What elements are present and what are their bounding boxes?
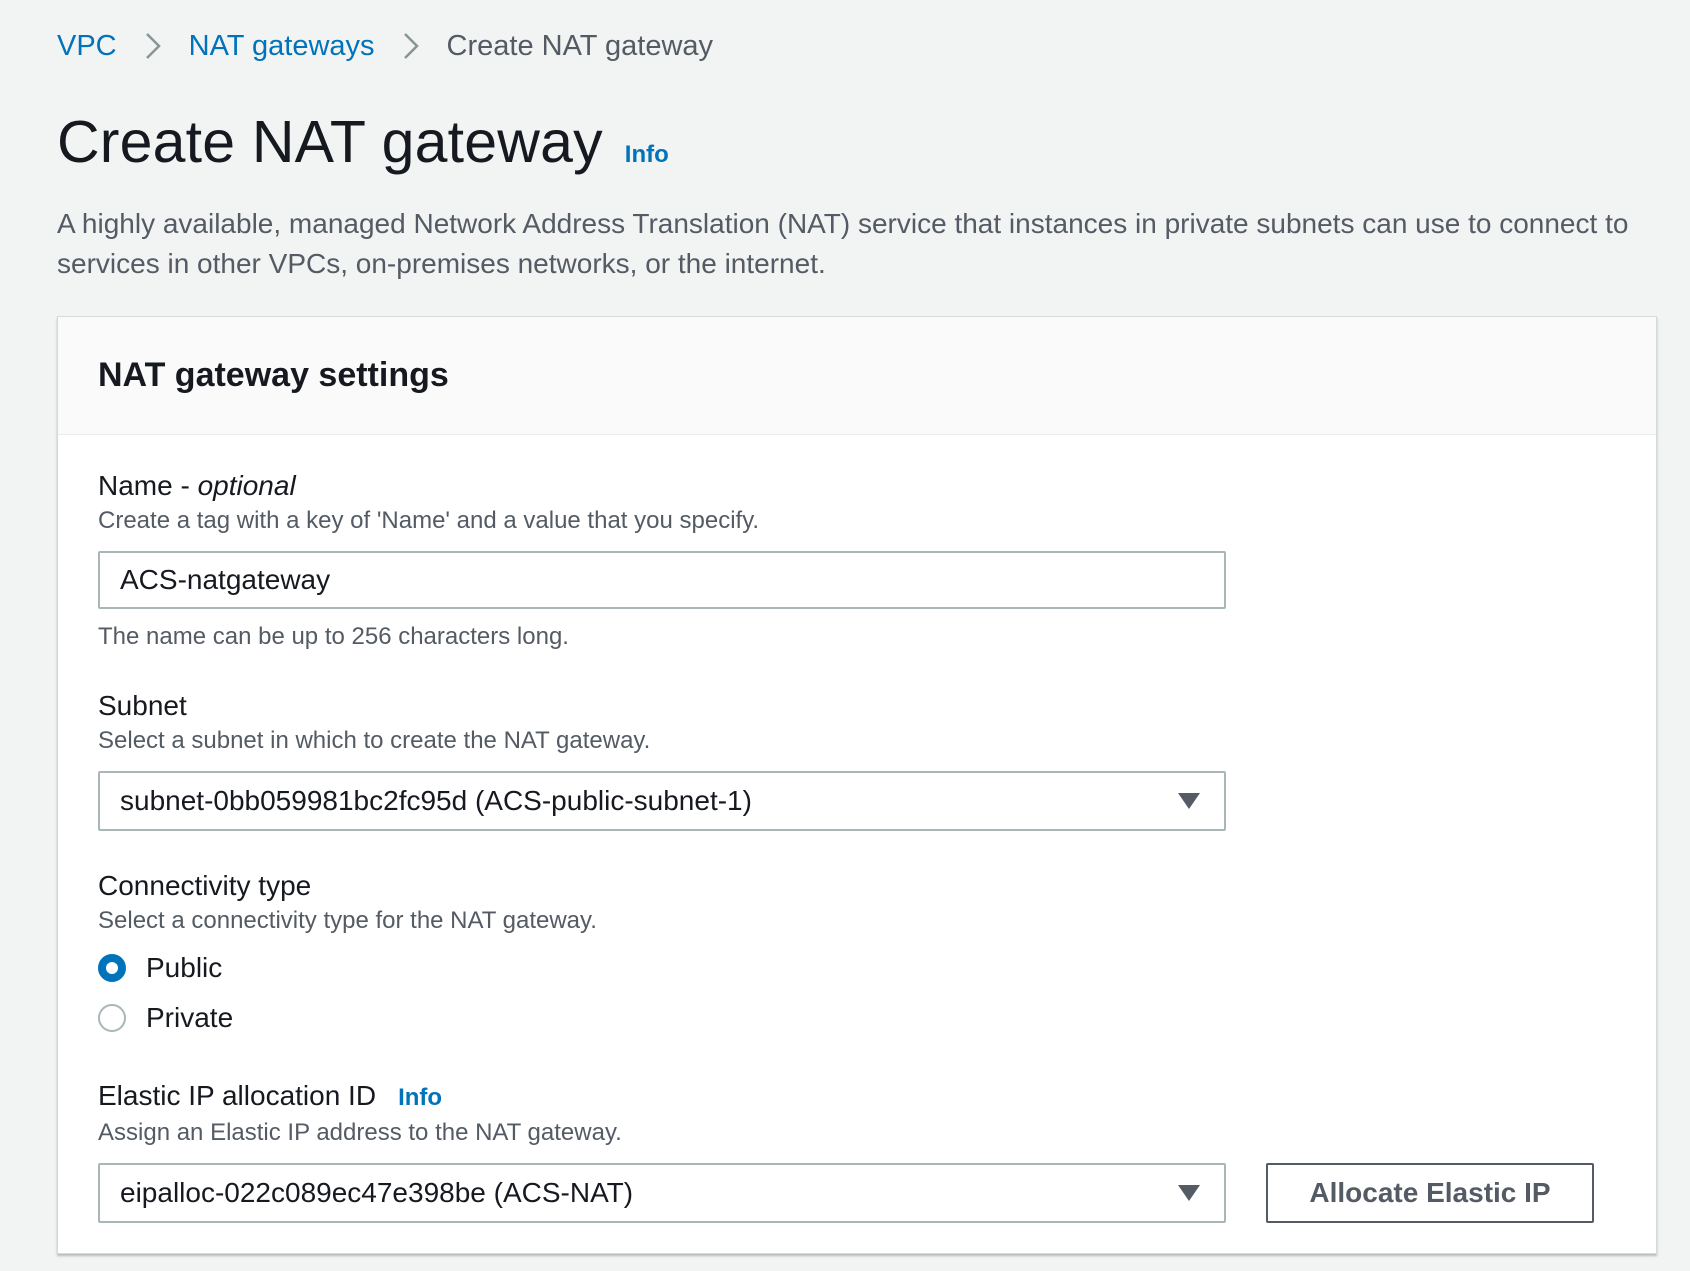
radio-label-private: Private: [146, 1002, 234, 1033]
breadcrumb-current: Create NAT gateway: [446, 29, 714, 62]
page-description: A highly available, managed Network Addr…: [57, 208, 1629, 279]
caret-down-icon: [1178, 793, 1200, 809]
page-title: Create NAT gateway: [57, 109, 603, 175]
chevron-right-icon: [145, 32, 161, 60]
eip-info-link[interactable]: Info: [398, 1081, 442, 1115]
subnet-select[interactable]: subnet-0bb059981bc2fc95d (ACS-public-sub…: [98, 771, 1226, 831]
name-field-description: Create a tag with a key of 'Name' and a …: [98, 507, 760, 534]
connectivity-field: Connectivity type Select a connectivity …: [98, 869, 597, 1043]
subnet-field: Subnet Select a subnet in which to creat…: [98, 689, 1226, 831]
panel-title: NAT gateway settings: [98, 356, 449, 394]
radio-option-private[interactable]: Private: [98, 993, 597, 1043]
page-header: Create NAT gateway Info: [57, 108, 669, 176]
eip-field-label: Elastic IP allocation ID Info: [98, 1079, 1594, 1115]
eip-label-text: Elastic IP allocation ID: [98, 1080, 377, 1111]
eip-select[interactable]: eipalloc-022c089ec47e398be (ACS-NAT): [98, 1163, 1226, 1223]
breadcrumb: VPC NAT gateways Create NAT gateway: [57, 22, 713, 70]
connectivity-field-label: Connectivity type: [98, 870, 312, 901]
subnet-field-label: Subnet: [98, 690, 187, 721]
eip-row: eipalloc-022c089ec47e398be (ACS-NAT) All…: [98, 1149, 1594, 1223]
radio-label-public: Public: [146, 952, 223, 983]
radio-option-public[interactable]: Public: [98, 943, 597, 993]
radio-checked-icon[interactable]: [98, 954, 126, 982]
name-label-optional: optional: [197, 470, 296, 501]
connectivity-field-description: Select a connectivity type for the NAT g…: [98, 907, 597, 934]
subnet-field-description: Select a subnet in which to create the N…: [98, 727, 651, 754]
name-input[interactable]: [98, 551, 1226, 609]
caret-down-icon: [1178, 1185, 1200, 1201]
subnet-selected-value: subnet-0bb059981bc2fc95d (ACS-public-sub…: [120, 785, 752, 816]
name-field-label: Name - optional: [98, 469, 1226, 503]
breadcrumb-link-vpc[interactable]: VPC: [57, 30, 117, 63]
name-field-constraint: The name can be up to 256 characters lon…: [98, 623, 569, 650]
eip-field: Elastic IP allocation ID Info Assign an …: [98, 1079, 1594, 1223]
eip-selected-value: eipalloc-022c089ec47e398be (ACS-NAT): [120, 1177, 634, 1208]
connectivity-radio-group: Public Private: [98, 943, 597, 1043]
chevron-right-icon: [403, 32, 419, 60]
eip-field-description: Assign an Elastic IP address to the NAT …: [98, 1119, 622, 1146]
nat-gateway-settings-panel: NAT gateway settings Name - optional Cre…: [57, 316, 1657, 1254]
radio-unchecked-icon[interactable]: [98, 1004, 126, 1032]
name-label-text: Name -: [98, 470, 190, 501]
breadcrumb-link-nat-gateways[interactable]: NAT gateways: [189, 30, 375, 63]
allocate-elastic-ip-button[interactable]: Allocate Elastic IP: [1266, 1163, 1594, 1223]
panel-header: NAT gateway settings: [58, 317, 1656, 435]
name-field: Name - optional Create a tag with a key …: [98, 469, 1226, 653]
page-info-link[interactable]: Info: [625, 141, 669, 169]
